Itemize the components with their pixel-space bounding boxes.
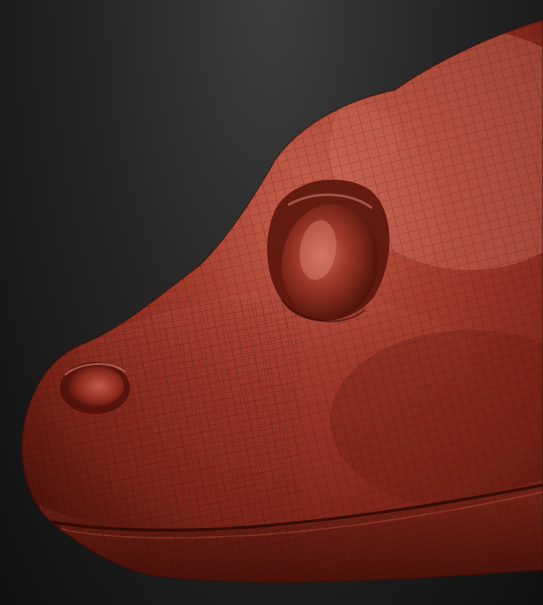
sculpt-canvas[interactable] [0, 0, 543, 605]
sculpt-viewport[interactable] [0, 0, 543, 605]
creature-head-mesh[interactable] [0, 0, 543, 605]
nostril[interactable] [60, 362, 130, 414]
